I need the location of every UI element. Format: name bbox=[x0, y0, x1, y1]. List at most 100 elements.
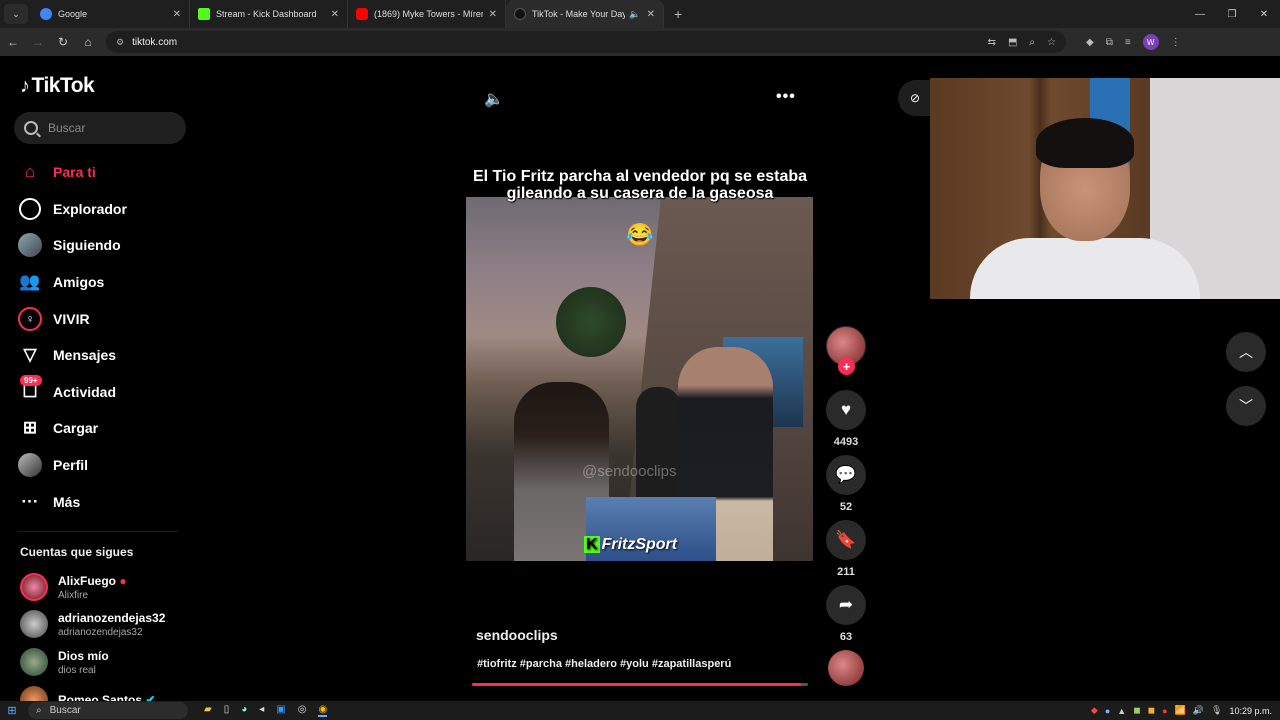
tab-google[interactable]: Google ✕ bbox=[32, 0, 190, 28]
next-video-button[interactable]: ﹀ bbox=[1226, 386, 1266, 426]
file-explorer-icon[interactable]: ▰ bbox=[204, 704, 212, 717]
account-handle: dios real bbox=[58, 664, 96, 676]
tray-app-icon[interactable]: ◼ bbox=[1133, 705, 1140, 716]
restore-button[interactable]: ❐ bbox=[1216, 0, 1248, 28]
forward-button[interactable]: → bbox=[26, 30, 50, 54]
windows-start-icon[interactable]: ⊞ bbox=[0, 704, 24, 717]
video-hashtags[interactable]: #tiofritz #parcha #heladero #yolu #zapat… bbox=[477, 658, 731, 670]
install-icon[interactable]: ⬒ bbox=[1008, 37, 1017, 48]
editor-app-icon[interactable]: ▣ bbox=[276, 704, 285, 717]
save-count: 211 bbox=[837, 566, 855, 578]
taskbar-search[interactable]: ⌕ Buscar bbox=[28, 702, 188, 719]
google-favicon-icon bbox=[40, 8, 52, 20]
nav-item-amigos[interactable]: 👥 Amigos bbox=[18, 264, 188, 301]
translate-icon[interactable]: ⇆ bbox=[988, 37, 996, 48]
nav-item-cargar[interactable]: ⊞ Cargar bbox=[18, 410, 188, 447]
clock[interactable]: 10:29 p.m. bbox=[1229, 706, 1272, 716]
extension-icon[interactable]: ◆ bbox=[1086, 37, 1094, 48]
nav-item-mas[interactable]: ··· Más bbox=[18, 483, 188, 520]
followed-account[interactable]: adrianozendejas32 adrianozendejas32 bbox=[20, 610, 165, 638]
nav-label: Mensajes bbox=[53, 347, 117, 364]
avatar bbox=[20, 610, 48, 638]
account-name: adrianozendejas32 bbox=[58, 610, 166, 625]
minimize-button[interactable]: — bbox=[1184, 0, 1216, 28]
tiktok-note-icon: ♪ bbox=[20, 74, 30, 97]
notepad-icon[interactable]: ▯ bbox=[224, 704, 230, 717]
tab-tiktok[interactable]: TikTok - Make Your Day 🔈 ✕ bbox=[506, 0, 664, 28]
search-input[interactable]: Buscar bbox=[14, 112, 186, 144]
volume-tray-icon[interactable]: 🔊 bbox=[1193, 705, 1204, 716]
save-button[interactable]: 🔖 bbox=[826, 520, 866, 560]
speaker-icon[interactable]: 🔈 bbox=[629, 9, 640, 20]
close-tab-icon[interactable]: ✕ bbox=[647, 9, 655, 20]
followed-account[interactable]: Dios mío dios real bbox=[20, 648, 109, 676]
webcam-person-shirt bbox=[970, 238, 1200, 299]
followed-account[interactable]: AlixFuego ● Alixfire bbox=[20, 573, 127, 601]
profile-avatar[interactable]: W bbox=[1142, 34, 1159, 50]
tray-app-icon[interactable]: ▲ bbox=[1117, 706, 1126, 716]
tab-youtube[interactable]: (1869) Myke Towers - Mírenme ✕ bbox=[348, 0, 506, 28]
nav-label: Perfil bbox=[53, 457, 89, 474]
compass-icon bbox=[18, 197, 42, 221]
more-icon: ··· bbox=[21, 491, 39, 511]
more-options-icon[interactable]: ••• bbox=[776, 88, 796, 106]
nav-label: VIVIR bbox=[53, 310, 90, 327]
new-tab-button[interactable]: + bbox=[674, 6, 682, 22]
nav-item-para-ti[interactable]: ⌂ Para ti bbox=[18, 154, 188, 191]
following-section-title: Cuentas que sigues bbox=[20, 545, 134, 559]
close-tab-icon[interactable]: ✕ bbox=[173, 9, 181, 20]
brand-label: FritzSport bbox=[601, 536, 678, 553]
comment-button[interactable]: 💬 bbox=[826, 455, 866, 495]
close-tab-icon[interactable]: ✕ bbox=[331, 9, 339, 20]
friends-icon: 👥 bbox=[19, 272, 41, 292]
notification-badge: 99+ bbox=[20, 374, 42, 386]
bookmark-star-icon[interactable]: ☆ bbox=[1047, 37, 1056, 48]
back-button[interactable]: ← bbox=[1, 30, 25, 54]
discord-icon[interactable]: ● bbox=[1105, 706, 1110, 716]
tab-search-button[interactable]: ⌄ bbox=[4, 4, 28, 24]
nav-item-actividad[interactable]: ☐ 99+ Actividad bbox=[18, 374, 188, 411]
close-tab-icon[interactable]: ✕ bbox=[489, 9, 497, 20]
logo-text: TikTok bbox=[31, 74, 95, 97]
reload-button[interactable]: ↻ bbox=[51, 30, 75, 54]
address-bar[interactable]: ⚙ tiktok.com ⇆ ⬒ ⌕ ☆ bbox=[106, 31, 1066, 53]
volume-icon[interactable]: 🔈 bbox=[484, 89, 504, 109]
site-info-icon[interactable]: ⚙ bbox=[116, 37, 124, 48]
media-app-icon[interactable]: ◂ bbox=[259, 704, 264, 717]
obs-icon[interactable]: ◎ bbox=[298, 704, 307, 717]
video-progress-bar[interactable] bbox=[472, 683, 808, 686]
nav-label: Actividad bbox=[53, 383, 117, 400]
nav-item-mensajes[interactable]: ▽ Mensajes bbox=[18, 337, 188, 374]
tab-kick[interactable]: Stream - Kick Dashboard ✕ bbox=[190, 0, 348, 28]
like-button[interactable]: ♥ bbox=[826, 390, 866, 430]
video-player[interactable]: @sendooclips K FritzSport bbox=[466, 197, 813, 561]
follow-plus-icon[interactable]: + bbox=[838, 358, 855, 375]
previous-video-button[interactable]: ︿ bbox=[1226, 332, 1266, 372]
nav-item-vivir[interactable]: ♀ VIVIR bbox=[18, 300, 188, 337]
share-arrow-icon: ➦ bbox=[838, 595, 854, 614]
network-icon[interactable]: 📶 bbox=[1175, 705, 1186, 716]
tiktok-logo[interactable]: ♪ TikTok bbox=[20, 74, 95, 98]
webcam-person-hair bbox=[1036, 118, 1134, 168]
sound-disc-avatar[interactable] bbox=[828, 650, 864, 686]
nav-item-perfil[interactable]: Perfil bbox=[18, 447, 188, 484]
zoom-icon[interactable]: ⌕ bbox=[1029, 37, 1035, 48]
nav-label: Cargar bbox=[53, 420, 99, 437]
tray-app-icon[interactable]: ◼ bbox=[1148, 705, 1155, 716]
tray-app-icon[interactable]: ◆ bbox=[1091, 705, 1098, 716]
chrome-icon[interactable]: ◉ bbox=[318, 704, 328, 717]
media-controls-icon[interactable]: ≡ bbox=[1125, 37, 1131, 48]
copilot-icon[interactable]: ◕ bbox=[241, 704, 247, 717]
home-button[interactable]: ⌂ bbox=[76, 30, 100, 54]
chrome-menu-icon[interactable]: ⋮ bbox=[1171, 37, 1181, 48]
tray-app-icon[interactable]: ● bbox=[1162, 706, 1167, 716]
video-author[interactable]: sendooclips bbox=[476, 627, 558, 643]
account-handle: adrianozendejas32 bbox=[58, 626, 143, 638]
nav-item-siguiendo[interactable]: Siguiendo bbox=[18, 227, 188, 264]
extensions-puzzle-icon[interactable]: ⧉ bbox=[1106, 37, 1113, 48]
close-window-button[interactable]: ✕ bbox=[1248, 0, 1280, 28]
share-button[interactable]: ➦ bbox=[826, 585, 866, 625]
emoji-icon: ● bbox=[119, 573, 127, 588]
nav-item-explorador[interactable]: Explorador bbox=[18, 191, 188, 228]
microphone-icon[interactable]: 🎙 bbox=[1211, 705, 1222, 716]
